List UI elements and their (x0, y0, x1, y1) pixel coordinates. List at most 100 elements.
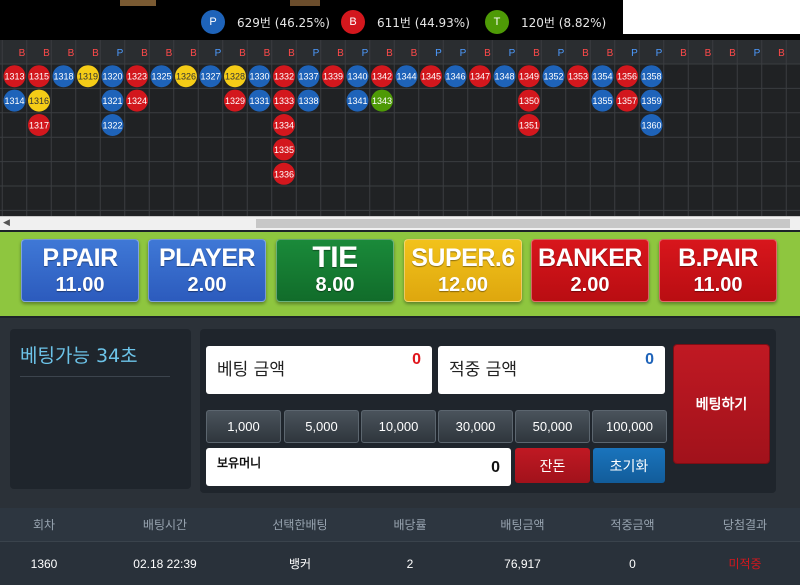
bet-option-name: PLAYER (158, 244, 256, 272)
road-header-letter: B (43, 48, 50, 59)
road-bead-label: 1327 (200, 72, 220, 82)
road-bead-label: 1329 (225, 96, 245, 106)
win-amount-field: 적중 금액 0 (438, 346, 665, 394)
road-header-letter: B (68, 48, 75, 59)
scroll-thumb[interactable] (256, 219, 790, 228)
bet-amount-label: 베팅 금액 (217, 360, 285, 380)
bet-option-player[interactable]: PLAYER 2.00 (148, 239, 266, 302)
road-header-letter: P (656, 48, 663, 59)
road-bead-label: 1324 (127, 96, 147, 106)
road-bead-label: 1354 (592, 72, 612, 82)
road-bead-label: 1316 (29, 96, 49, 106)
chip-50000-button[interactable]: 50,000 (515, 410, 590, 443)
road-bead-label: 1360 (641, 121, 661, 131)
road-bead-label: 1335 (274, 145, 294, 155)
road-bead-label: 1357 (617, 96, 637, 106)
road-header-letter: B (533, 48, 540, 59)
road-header-letter: B (337, 48, 344, 59)
road-header-letter: B (141, 48, 148, 59)
bet-option-tie[interactable]: TIE 8.00 (276, 239, 394, 302)
balance-label: 보유머니 (217, 456, 262, 470)
row-odds: 2 (406, 556, 414, 571)
road-bead-label: 1326 (176, 72, 196, 82)
bet-option-name: BANKER (538, 244, 642, 272)
dealer-photo-left (120, 0, 156, 6)
road-bead-label: 1314 (4, 96, 24, 106)
row-win-amount: 0 (629, 556, 636, 571)
bead-road-svg: BBBBPBBBPBBBPBPBBPPBPBPBBPPBBBPBP1313131… (0, 40, 800, 216)
row-selected-bet: 뱅커 (288, 557, 312, 571)
player-icon: P (201, 10, 225, 34)
road-bead-label: 1339 (323, 72, 343, 82)
win-amount-value: 0 (645, 351, 654, 368)
road-header-letter: B (92, 48, 99, 59)
header-round: 회차 (32, 518, 56, 532)
road-bead-label: 1331 (249, 96, 269, 106)
table-row: 1360 02.18 22:39 뱅커 2 76,917 0 미적중 (0, 541, 800, 585)
road-bead-label: 1313 (4, 72, 24, 82)
chip-100000-button[interactable]: 100,000 (592, 410, 667, 443)
balance-field: 보유머니 0 (206, 448, 511, 486)
bet-option-odds: 11.00 (55, 274, 105, 296)
road-bead-label: 1318 (53, 72, 73, 82)
banker-icon: B (341, 10, 365, 34)
bet-option-name: SUPER.6 (411, 244, 515, 272)
road-bead-label: 1348 (494, 72, 514, 82)
road-bead-label: 1333 (274, 96, 294, 106)
chip-30000-button[interactable]: 30,000 (438, 410, 513, 443)
road-header-letter: B (19, 48, 26, 59)
road-bead-label: 1332 (274, 72, 294, 82)
road-bead-label: 1328 (225, 72, 245, 82)
chip-10000-button[interactable]: 10,000 (361, 410, 436, 443)
road-header-letter: B (484, 48, 491, 59)
road-header-letter: B (411, 48, 418, 59)
road-header-letter: P (754, 48, 761, 59)
bet-option-name: TIE (312, 241, 358, 274)
bet-option-p-pair[interactable]: P.PAIR 11.00 (21, 239, 139, 302)
header-bet-time: 배팅시간 (142, 518, 188, 532)
header-win-amount: 적중금액 (610, 518, 655, 532)
reset-button[interactable]: 초기화 (593, 448, 665, 483)
chip-1000-button[interactable]: 1,000 (206, 410, 281, 443)
road-bead-label: 1344 (396, 72, 416, 82)
row-round: 1360 (30, 556, 58, 571)
chip-5000-button[interactable]: 5,000 (284, 410, 359, 443)
bet-option-odds: 12.00 (437, 274, 489, 296)
road-bead-label: 1352 (543, 72, 563, 82)
road-header-letter: P (117, 48, 124, 59)
road-bead-label: 1334 (274, 121, 294, 131)
bet-option-name: B.PAIR (678, 244, 758, 272)
bet-option-odds: 2.00 (570, 274, 610, 296)
bet-option-odds: 8.00 (315, 274, 355, 296)
road-bead-label: 1319 (78, 72, 98, 82)
road-header-letter: B (386, 48, 393, 59)
road-scrollbar[interactable]: ◀ (0, 216, 800, 230)
road-header-letter: B (166, 48, 173, 59)
road-bead-label: 1351 (519, 121, 539, 131)
place-bet-button[interactable]: 베팅하기 (674, 345, 769, 463)
scroll-left-icon[interactable]: ◀ (3, 218, 10, 228)
bet-option-super6[interactable]: SUPER.6 12.00 (404, 239, 522, 302)
road-header-letter: B (607, 48, 614, 59)
bet-option-b-pair[interactable]: B.PAIR 11.00 (659, 239, 777, 302)
road-bead-label: 1342 (372, 72, 392, 82)
balance-value: 0 (491, 459, 500, 476)
bet-option-banker[interactable]: BANKER 2.00 (531, 239, 649, 302)
road-header-letter: P (215, 48, 222, 59)
road-header-letter: P (362, 48, 369, 59)
road-bead-label: 1321 (102, 96, 122, 106)
player-stat: P 629번 (46.25%) (201, 10, 330, 34)
road-bead-label: 1353 (568, 72, 588, 82)
road-header-letter: P (460, 48, 467, 59)
road-bead-label: 1341 (347, 96, 367, 106)
road-bead-label: 1356 (617, 72, 637, 82)
tie-stat-text: 120번 (8.82%) (521, 15, 607, 30)
stats-bar: P 629번 (46.25%) B 611번 (44.93%) T 120번 (… (0, 0, 800, 40)
bet-option-name: P.PAIR (42, 244, 118, 272)
bet-amount-field[interactable]: 베팅 금액 0 (206, 346, 432, 394)
road-bead-label: 1345 (421, 72, 441, 82)
road-bead-label: 1323 (127, 72, 147, 82)
road-bead-label: 1322 (102, 121, 122, 131)
road-bead-label: 1325 (151, 72, 171, 82)
change-button[interactable]: 잔돈 (515, 448, 590, 483)
